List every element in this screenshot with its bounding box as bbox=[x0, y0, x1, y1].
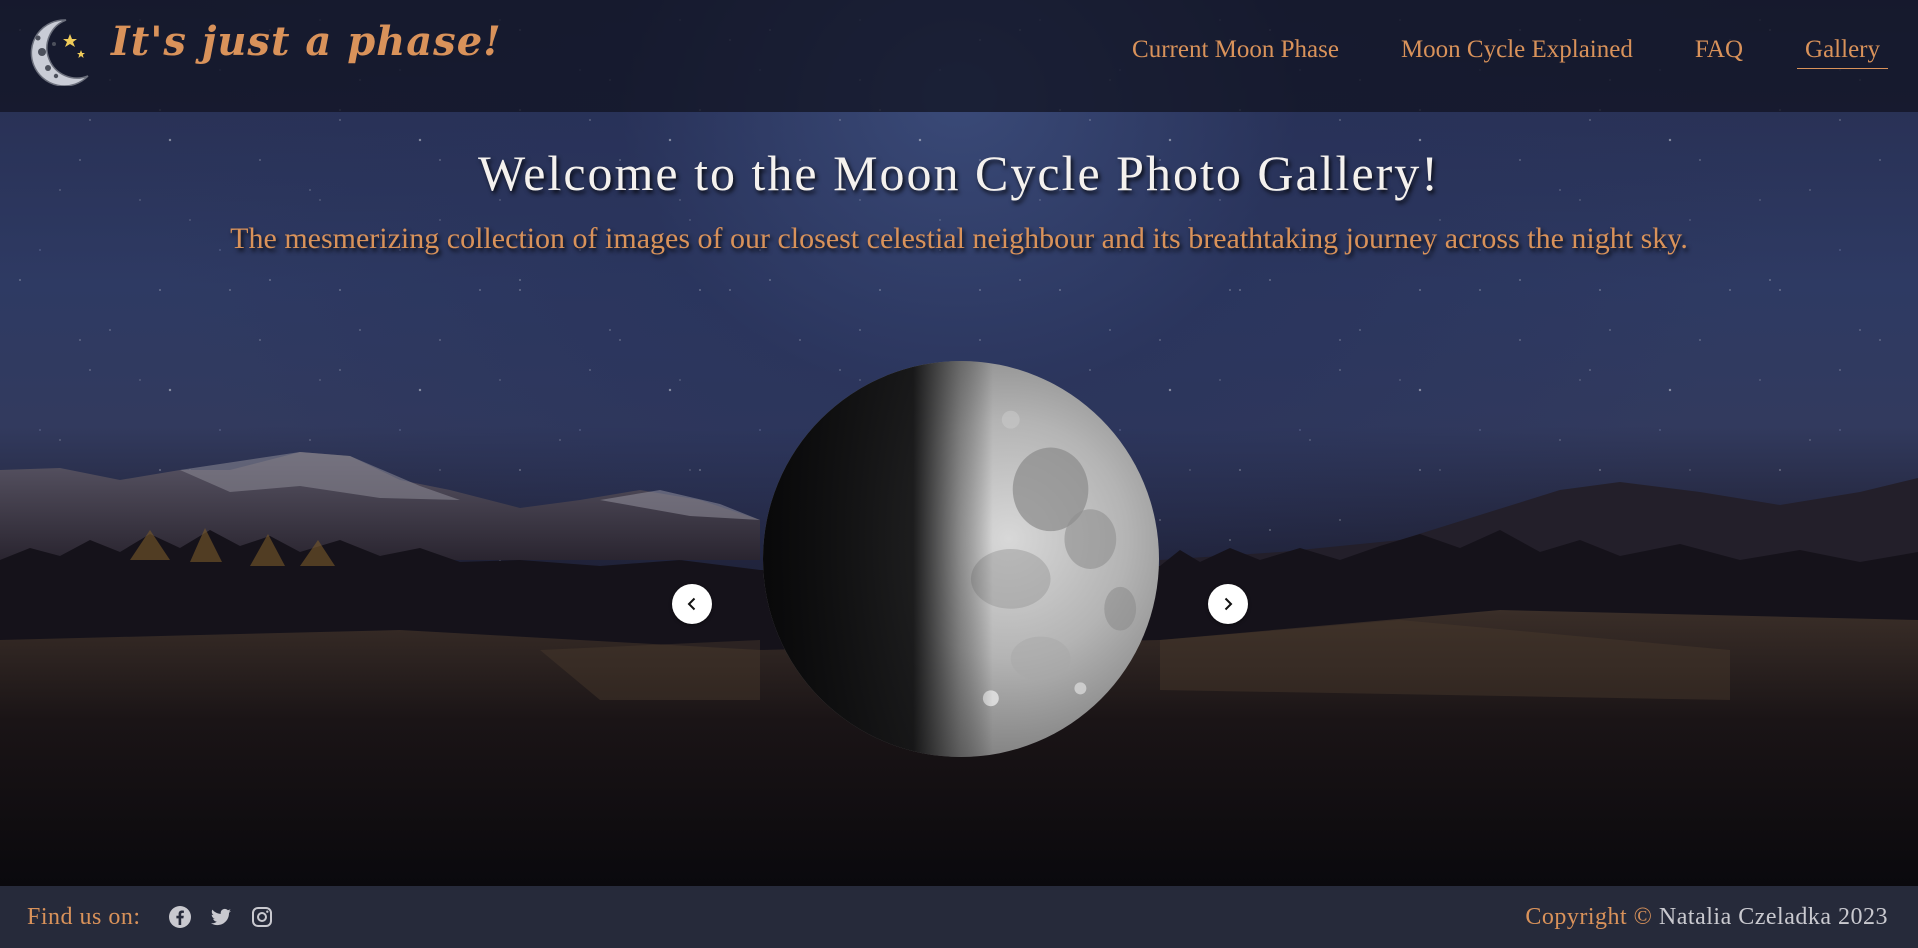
chevron-left-icon bbox=[687, 597, 696, 611]
main-nav: Current Moon Phase Moon Cycle Explained … bbox=[1124, 36, 1888, 69]
nav-gallery[interactable]: Gallery bbox=[1797, 36, 1888, 69]
hero-subtitle: The mesmerizing collection of images of … bbox=[230, 222, 1688, 255]
instagram-icon[interactable] bbox=[250, 905, 274, 929]
carousel-prev-button[interactable] bbox=[672, 584, 712, 624]
page: It's just a phase! Current Moon Phase Mo… bbox=[0, 0, 1918, 948]
crescent-moon-stars-icon[interactable] bbox=[26, 16, 92, 86]
copyright: Copyright © Natalia Czeladka 2023 bbox=[1525, 904, 1888, 931]
hero-title: Welcome to the Moon Cycle Photo Gallery! bbox=[478, 145, 1440, 201]
site-title[interactable]: It's just a phase! bbox=[111, 18, 502, 65]
nav-moon-cycle-explained[interactable]: Moon Cycle Explained bbox=[1393, 36, 1641, 69]
nav-faq[interactable]: FAQ bbox=[1687, 36, 1751, 69]
find-us-label: Find us on: bbox=[27, 904, 141, 930]
nav-current-moon-phase[interactable]: Current Moon Phase bbox=[1124, 36, 1347, 69]
site-header: It's just a phase! Current Moon Phase Mo… bbox=[0, 0, 1918, 112]
copyright-label: Copyright © bbox=[1525, 904, 1653, 930]
carousel-next-button[interactable] bbox=[1208, 584, 1248, 624]
twitter-icon[interactable] bbox=[209, 905, 233, 929]
chevron-right-icon bbox=[1224, 597, 1233, 611]
copyright-owner: Natalia Czeladka 2023 bbox=[1658, 904, 1888, 930]
moon-photo bbox=[762, 360, 1160, 758]
facebook-icon[interactable] bbox=[168, 905, 192, 929]
